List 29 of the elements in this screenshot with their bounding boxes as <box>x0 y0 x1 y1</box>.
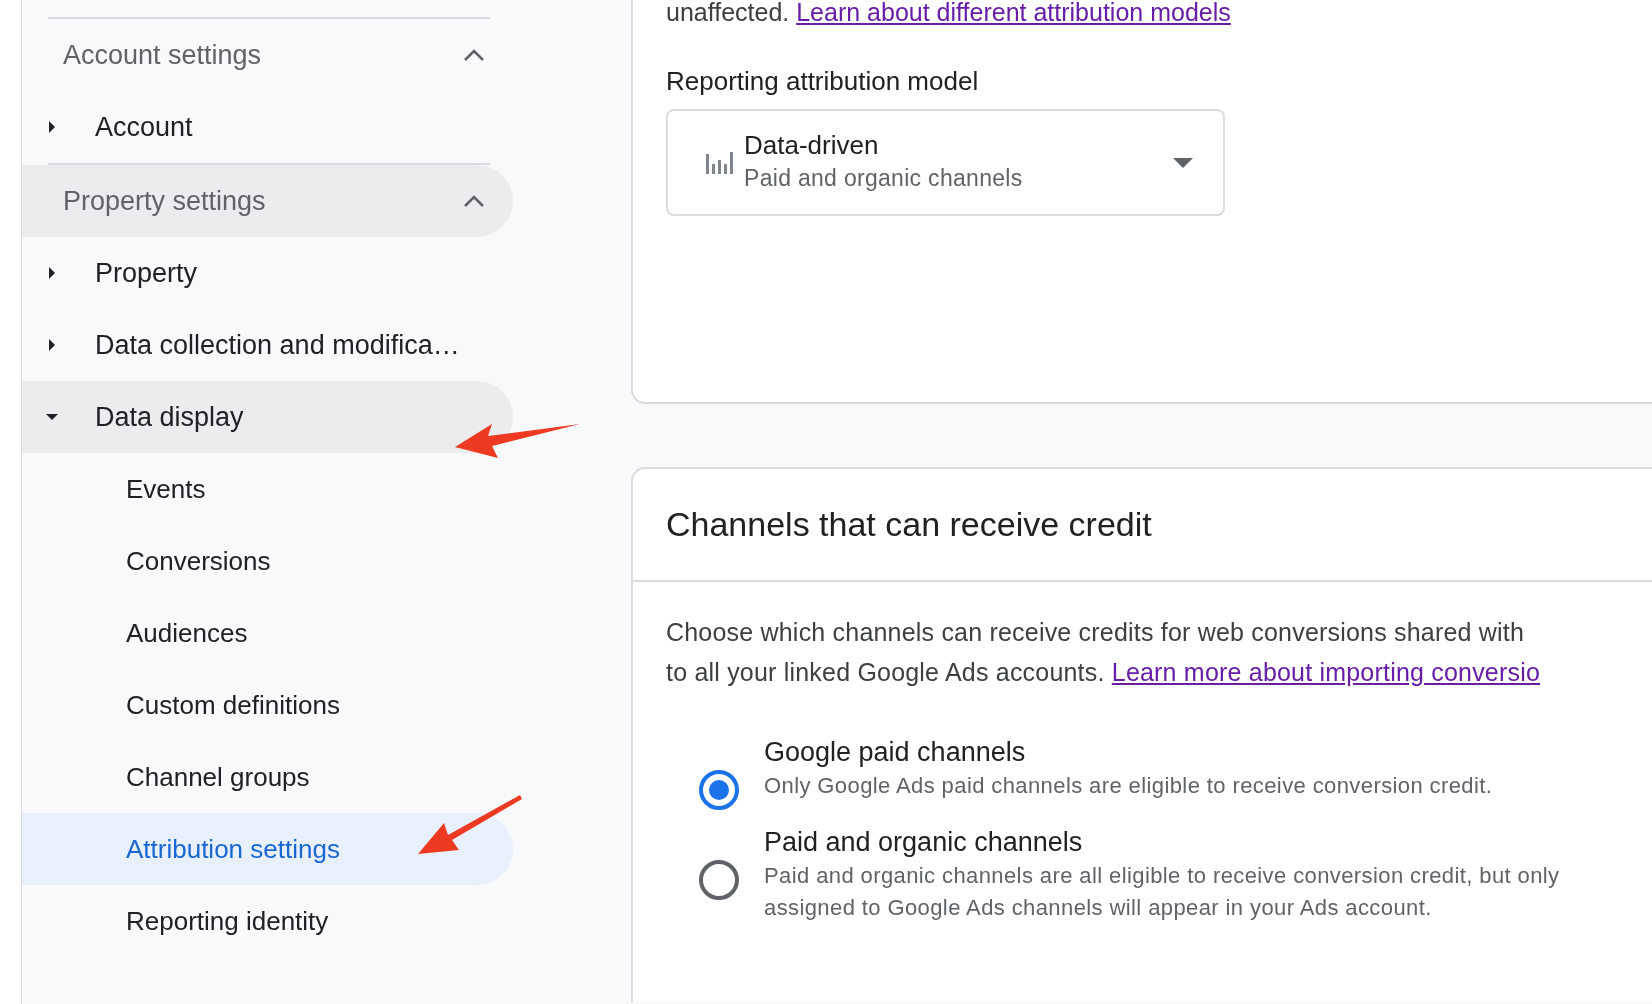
description-text: Choose which channels can receive credits for web conversions shared with to all your linked Google Ads accounts. Learn more about importing conversio <box>666 617 1542 688</box>
sidebar-item[interactable]: Custom definitions <box>22 685 340 725</box>
card-title: Channels that can receive credit <box>666 504 1152 545</box>
sidebar-item[interactable]: Reporting identity <box>22 901 329 941</box>
sidebar-item[interactable]: Events <box>22 469 206 509</box>
attribution-model-dropdown[interactable]: Data-driven Paid and organic channels <box>666 109 1225 216</box>
chevron-up-icon[interactable] <box>463 48 485 62</box>
sidebar-item[interactable]: Attribution settings <box>22 829 340 869</box>
learn-more-link[interactable]: Learn more about importing conversio <box>1111 658 1541 686</box>
field-label: Reporting attribution model <box>666 65 980 98</box>
bar-chart-icon <box>706 151 734 174</box>
option-description: Only Google Ads paid channels are eligible to receive conversion credit. <box>764 772 1493 800</box>
sidebar-item[interactable]: Data display <box>95 396 244 438</box>
intro-text: unaffected. Learn about different attribution models <box>666 0 1232 24</box>
chevron-up-icon[interactable] <box>463 194 485 208</box>
sidebar-item[interactable]: Audiences <box>22 613 248 653</box>
sidebar-item[interactable]: Conversions <box>22 541 271 581</box>
dropdown-arrow-icon <box>1173 157 1193 168</box>
radio-button[interactable] <box>699 770 739 810</box>
sidebar-item[interactable]: Account <box>95 106 193 148</box>
radio-button[interactable] <box>699 860 739 900</box>
option-label: Paid and organic channels <box>764 826 1084 859</box>
option-description: Paid and organic channels are all eligible to receive conversion credit, but only assigned to Google Ads channels will appear in your Ads account. <box>764 862 1560 922</box>
sidebar-item[interactable]: Data collection and modifica… <box>95 324 460 366</box>
option-label: Google paid channels <box>764 736 1027 769</box>
sidebar-item[interactable]: Channel groups <box>22 757 310 797</box>
section-header[interactable]: Account settings <box>22 34 262 76</box>
sidebar-item[interactable]: Property <box>95 252 198 294</box>
learn-more-link[interactable]: Learn about different attribution models <box>796 0 1231 26</box>
